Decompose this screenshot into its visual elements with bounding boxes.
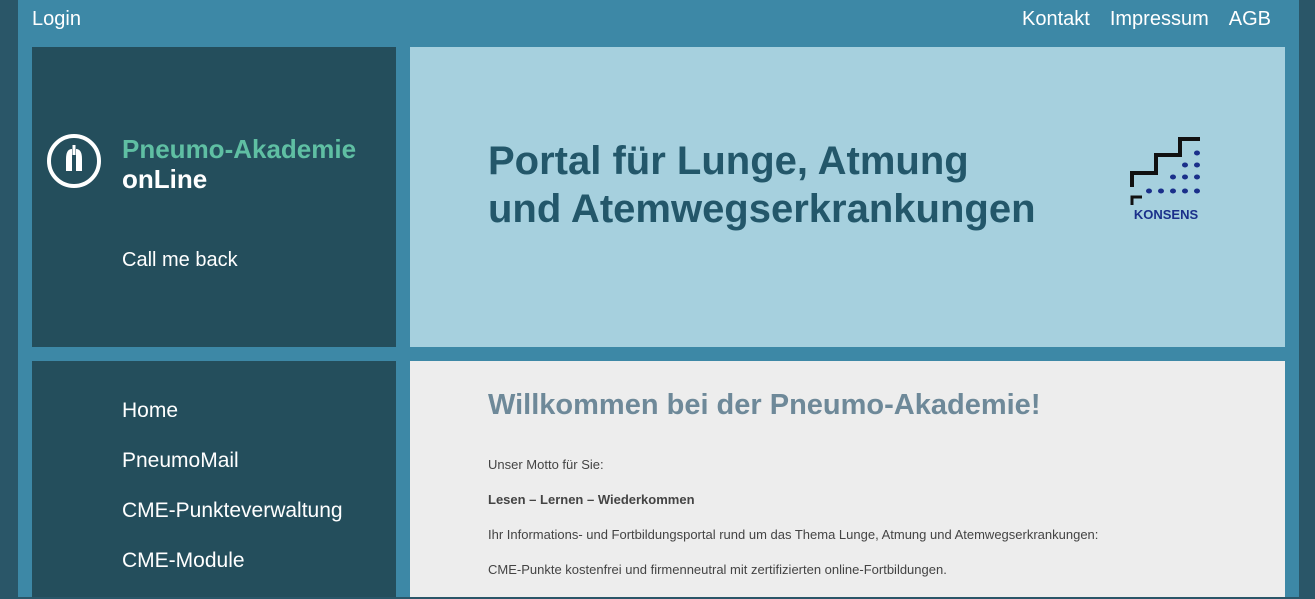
nav-item-cme-punkteverwaltung: CME-Punkteverwaltung — [122, 499, 343, 549]
nav-link-home[interactable]: Home — [122, 399, 178, 422]
brand-name: Pneumo-Akademie — [122, 134, 357, 164]
main-content: Willkommen bei der Pneumo-Akademie! Unse… — [410, 361, 1285, 597]
nav-link-pneumomail[interactable]: PneumoMail — [122, 449, 239, 472]
hero-banner: Portal für Lunge, Atmung und Atemwegserk… — [410, 47, 1285, 347]
top-bar: Login Kontakt Impressum AGB — [18, 0, 1299, 40]
kontakt-link[interactable]: Kontakt — [1022, 8, 1090, 31]
brand-title[interactable]: Pneumo-Akademie onLine — [122, 134, 356, 194]
hero-title-line-1: Portal für Lunge, Atmung — [488, 139, 969, 183]
cme-note: CME-Punkte kostenfrei und firmenneutral … — [488, 562, 947, 577]
nav-item-home: Home — [122, 399, 343, 449]
nav-item-pneumomail: PneumoMail — [122, 449, 343, 499]
nav-link-cme-module[interactable]: CME-Module — [122, 549, 245, 572]
hero-title-line-2: und Atemwegserkrankungen — [488, 187, 1036, 231]
motto-text: Lesen – Lernen – Wiederkommen — [488, 492, 695, 507]
hero-title: Portal für Lunge, Atmung und Atemwegserk… — [488, 137, 1036, 233]
lungs-icon[interactable] — [46, 133, 102, 189]
call-me-back-link[interactable]: Call me back — [122, 249, 238, 272]
main-nav: Home PneumoMail CME-Punkteverwaltung CME… — [32, 361, 396, 597]
konsens-logo: KONSENS — [1130, 137, 1200, 222]
login-link[interactable]: Login — [32, 8, 81, 31]
top-links: Kontakt Impressum AGB — [1022, 8, 1271, 31]
nav-link-cme-punkteverwaltung[interactable]: CME-Punkteverwaltung — [122, 499, 343, 522]
impressum-link[interactable]: Impressum — [1110, 8, 1209, 31]
welcome-heading: Willkommen bei der Pneumo-Akademie! — [488, 389, 1041, 421]
nav-item-cme-module: CME-Module — [122, 549, 343, 599]
page-frame: Login Kontakt Impressum AGB Pneumo-Akade… — [18, 0, 1299, 597]
brand-subname: onLine — [122, 164, 208, 194]
motto-intro: Unser Motto für Sie: — [488, 457, 604, 472]
konsens-logo-text: KONSENS — [1134, 207, 1199, 222]
portal-description: Ihr Informations- und Fortbildungsportal… — [488, 527, 1099, 542]
agb-link[interactable]: AGB — [1229, 8, 1271, 31]
brand-panel: Pneumo-Akademie onLine Call me back — [32, 47, 396, 347]
